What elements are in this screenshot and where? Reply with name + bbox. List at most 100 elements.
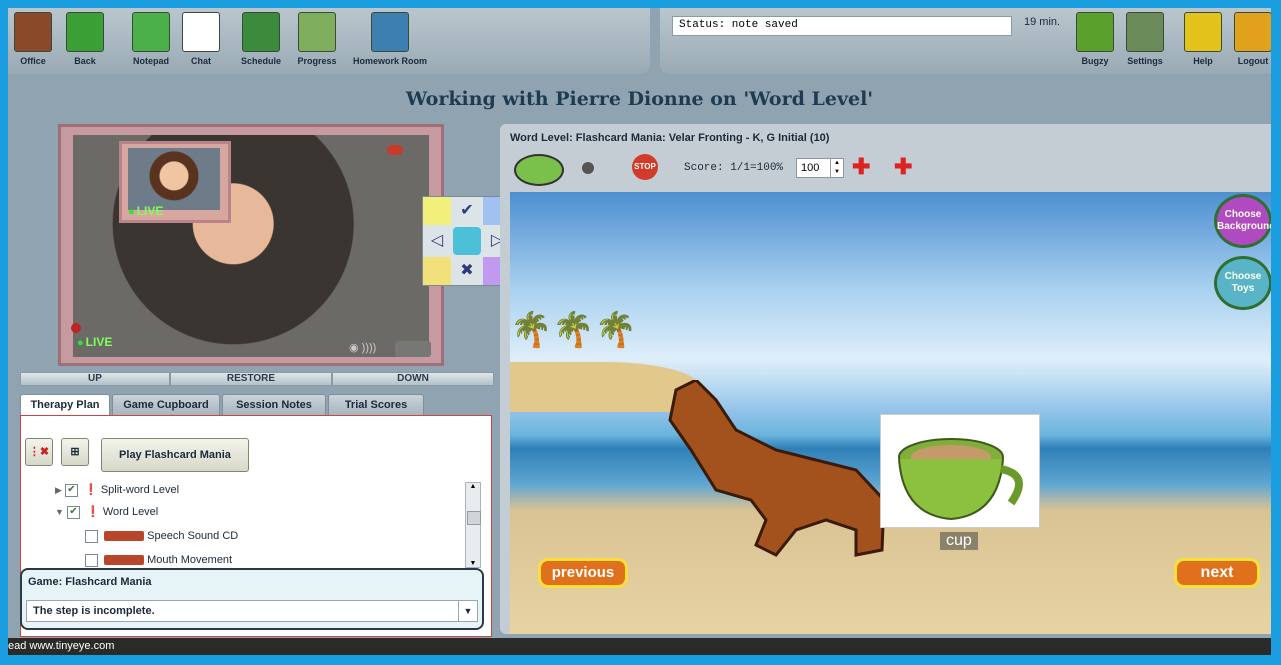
step-status-value: The step is incomplete. xyxy=(33,605,155,617)
video-menu-icon[interactable] xyxy=(387,145,403,155)
toolbar-settings-button[interactable]: Settings xyxy=(1120,12,1170,66)
score-display: Score: 1/1=100% xyxy=(684,162,784,174)
tree-item-split-word[interactable]: ▶ ✔ ❗ Split-word Level xyxy=(55,480,179,500)
footer-text: ead www.tinyeye.com xyxy=(8,640,115,652)
toolbar-label: Bugzy xyxy=(1081,56,1109,66)
tree-checkbox[interactable]: ✔ xyxy=(66,505,80,519)
game-scene: 🌴🌴🌴 cup Choose Background Choose Toys pr… xyxy=(510,192,1271,634)
toolbar-label: Office xyxy=(20,56,46,66)
status-field: Status: note saved xyxy=(672,16,1012,36)
mouse-icon[interactable] xyxy=(453,227,481,255)
app-frame: Office Back Notepad Chat Schedule Progress Hom… xyxy=(8,8,1271,655)
toolbar-label: Logout xyxy=(1237,56,1269,66)
choose-toys-button[interactable]: Choose Toys xyxy=(1214,256,1271,310)
toolbar-bugzy-button[interactable]: Bugzy xyxy=(1070,12,1120,66)
tree-label: Split-word Level xyxy=(100,484,180,496)
game-name: Game: Flashcard Mania xyxy=(28,576,152,588)
bugzy-icon[interactable] xyxy=(514,154,564,186)
tree-label: Word Level xyxy=(102,506,159,518)
choose-background-button[interactable]: Choose Background xyxy=(1214,194,1271,248)
tree-item-word-level[interactable]: ▼ ✔ ❗ Word Level xyxy=(55,502,158,522)
logout-icon xyxy=(1234,12,1271,52)
therapy-tree: ▶ ✔ ❗ Split-word Level ▼ ✔ ❗ Word Level … xyxy=(21,480,465,568)
toolbar-notepad-button[interactable]: Notepad xyxy=(126,12,176,66)
previous-button[interactable]: previous xyxy=(538,558,628,588)
toolbar-label: Schedule xyxy=(240,56,281,66)
scroll-down-icon[interactable]: ▼ xyxy=(466,560,480,567)
tab-game-cupboard[interactable]: Game Cupboard xyxy=(112,394,220,416)
add-calculator-icon[interactable]: ✚ xyxy=(852,154,870,180)
toolbar-logout-button[interactable]: Logout xyxy=(1228,12,1271,66)
tree-checkbox[interactable] xyxy=(85,529,98,543)
feedback-pad: ✔ ◁ ▷ ✖ xyxy=(422,196,512,286)
scroll-thumb[interactable] xyxy=(467,511,481,525)
dropdown-arrow-icon[interactable]: ▼ xyxy=(458,601,477,621)
tree-label: Speech Sound CD xyxy=(147,530,239,542)
progress-icon xyxy=(298,12,336,52)
zoom-value: 100 xyxy=(801,162,820,174)
video-settings-button[interactable] xyxy=(395,341,431,357)
notepad-icon xyxy=(132,12,170,52)
schedule-icon xyxy=(242,12,280,52)
stepper-arrows-icon[interactable]: ▲ ▼ xyxy=(830,159,843,177)
toolbar-label: Help xyxy=(1193,56,1213,66)
toolbar-chat-button[interactable]: Chat xyxy=(176,12,226,66)
play-flashcard-button[interactable]: Play Flashcard Mania xyxy=(101,438,249,472)
tree-scrollbar[interactable]: ▲ ▼ xyxy=(465,482,481,568)
tree-item-speech-sound[interactable]: Speech Sound CD xyxy=(85,526,238,546)
correct-check-icon[interactable]: ✔ xyxy=(453,197,481,225)
tree-checkbox[interactable]: ✔ xyxy=(64,483,78,497)
stop-icon[interactable]: STOP xyxy=(632,154,658,180)
toolbar-label: Notepad xyxy=(133,56,169,66)
bear-image xyxy=(668,380,886,557)
page-title: Working with Pierre Dionne on 'Word Leve… xyxy=(405,88,874,110)
restore-button[interactable]: RESTORE xyxy=(170,372,332,386)
flashcard[interactable] xyxy=(880,414,1040,528)
help-icon xyxy=(1184,12,1222,52)
pad-corner-bl[interactable] xyxy=(423,257,451,285)
therapist-live-badge: LIVE xyxy=(128,204,164,218)
mute-icon[interactable] xyxy=(582,162,594,174)
level-icon: ❗ xyxy=(84,484,98,496)
toolbar-office-button[interactable]: Office xyxy=(8,12,58,66)
homework-room-icon xyxy=(371,12,409,52)
toolbar-progress-button[interactable]: Progress xyxy=(292,12,342,66)
pad-corner-tl[interactable] xyxy=(423,197,451,225)
therapist-video: LIVE xyxy=(119,141,231,223)
tree-checkbox[interactable] xyxy=(85,553,98,567)
game-panel: Word Level: Flashcard Mania: Velar Front… xyxy=(500,124,1271,634)
scroll-up-icon[interactable]: ▲ xyxy=(466,483,480,490)
volume-icon[interactable]: ◉ )))) xyxy=(349,341,376,354)
remove-step-button[interactable]: ⋮✖ xyxy=(25,438,53,466)
toolbar-label: Homework Room xyxy=(352,56,427,66)
palm-trees: 🌴🌴🌴 xyxy=(510,311,638,349)
toolbar-help-button[interactable]: Help xyxy=(1178,12,1228,66)
left-arrow-icon[interactable]: ◁ xyxy=(423,227,451,255)
toolbar-label: Back xyxy=(74,56,96,66)
down-button[interactable]: DOWN xyxy=(332,372,494,386)
toolbar-back-button[interactable]: Back xyxy=(60,12,110,66)
up-button[interactable]: UP xyxy=(20,372,170,386)
main-toolbar: Office Back Notepad Chat Schedule Progress Hom… xyxy=(8,8,650,74)
next-button[interactable]: next xyxy=(1174,558,1260,588)
insert-step-button[interactable]: ⊞ xyxy=(61,438,89,466)
video-panel: LIVE LIVE ◉ )))) xyxy=(58,124,444,366)
toolbar-label: Progress xyxy=(297,56,337,66)
zoom-stepper[interactable]: 100 ▲ ▼ xyxy=(796,158,844,178)
toolbar-homework-room-button[interactable]: Homework Room xyxy=(352,12,428,66)
game-title: Word Level: Flashcard Mania: Velar Front… xyxy=(510,132,830,144)
tab-trial-scores[interactable]: Trial Scores xyxy=(328,394,424,416)
choose-background-label: Choose Background xyxy=(1217,209,1271,232)
collapse-arrow-icon[interactable]: ▼ xyxy=(55,507,64,517)
toolbar-schedule-button[interactable]: Schedule xyxy=(236,12,286,66)
add-toy-icon[interactable]: ✚ xyxy=(894,154,912,180)
back-icon xyxy=(66,12,104,52)
incorrect-x-icon[interactable]: ✖ xyxy=(453,257,481,285)
tab-therapy-plan[interactable]: Therapy Plan xyxy=(20,394,110,416)
tree-item-mouth-movement[interactable]: Mouth Movement xyxy=(85,550,232,568)
tab-session-notes[interactable]: Session Notes xyxy=(222,394,326,416)
therapist-image xyxy=(128,148,220,210)
step-status-select[interactable]: The step is incomplete. ▼ xyxy=(26,600,478,622)
status-toolbar: Status: note saved 19 min. Bugzy Settings… xyxy=(660,8,1271,74)
expand-arrow-icon[interactable]: ▶ xyxy=(55,485,62,495)
